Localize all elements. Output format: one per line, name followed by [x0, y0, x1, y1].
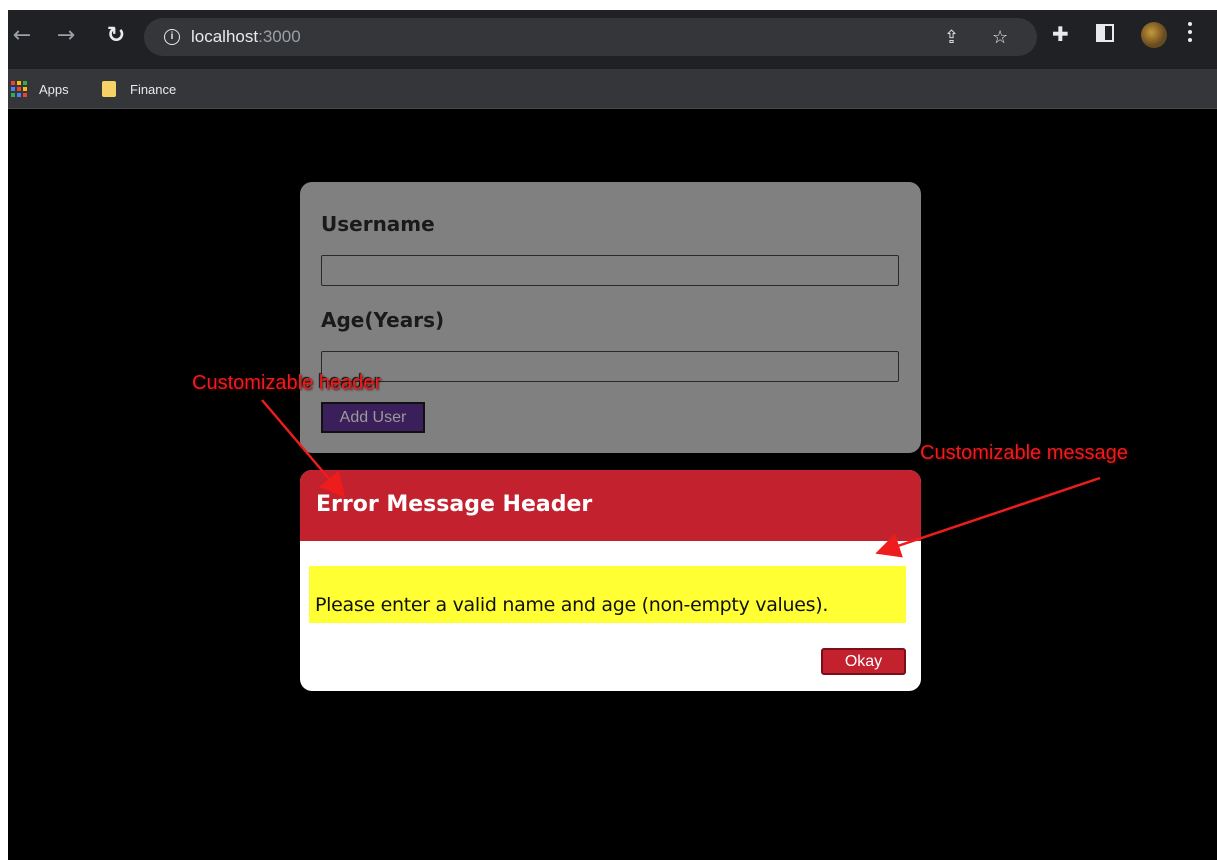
okay-button[interactable]: Okay	[821, 648, 906, 675]
side-panel-icon[interactable]	[1096, 24, 1114, 42]
bookmark-finance[interactable]: Finance	[102, 78, 176, 100]
browser-toolbar: ← → ↻ i localhost:3000 ⇪ ☆ ✚	[8, 10, 1217, 69]
modal-title: Error Message Header	[316, 492, 593, 517]
bookmark-label: Apps	[39, 81, 69, 97]
share-icon[interactable]: ⇪	[944, 27, 959, 48]
back-arrow-icon[interactable]: ←	[10, 24, 34, 48]
forward-arrow-icon[interactable]: →	[54, 24, 78, 48]
bookmark-label: Finance	[130, 81, 177, 97]
extensions-puzzle-icon[interactable]: ✚	[1052, 22, 1069, 46]
modal-message: Please enter a valid name and age (non-e…	[315, 594, 829, 616]
folder-icon	[102, 81, 116, 97]
modal-header: Error Message Header	[300, 470, 921, 541]
address-bar[interactable]: i localhost:3000 ⇪ ☆	[144, 18, 1037, 56]
bookmarks-bar: Apps Finance	[8, 69, 1217, 109]
profile-avatar[interactable]	[1141, 22, 1167, 48]
add-user-form: Username Age(Years) Add User	[300, 182, 921, 453]
annotation-message-note: Customizable message	[920, 442, 1128, 464]
modal-message-box: Please enter a valid name and age (non-e…	[309, 566, 906, 623]
add-user-button[interactable]: Add User	[321, 402, 425, 433]
url-text: localhost:3000	[191, 27, 301, 46]
bookmark-apps[interactable]: Apps	[11, 78, 69, 100]
info-icon[interactable]: i	[164, 29, 180, 45]
annotation-header-note: Customizable header	[192, 372, 381, 394]
error-modal: Error Message Header Please enter a vali…	[300, 470, 921, 691]
apps-grid-icon	[11, 81, 27, 97]
reload-icon[interactable]: ↻	[104, 24, 128, 48]
age-label: Age(Years)	[321, 308, 445, 332]
age-input[interactable]	[321, 351, 899, 382]
kebab-menu-icon[interactable]	[1188, 22, 1194, 46]
username-label: Username	[321, 212, 435, 236]
username-input[interactable]	[321, 255, 899, 286]
star-icon[interactable]: ☆	[992, 27, 1008, 48]
